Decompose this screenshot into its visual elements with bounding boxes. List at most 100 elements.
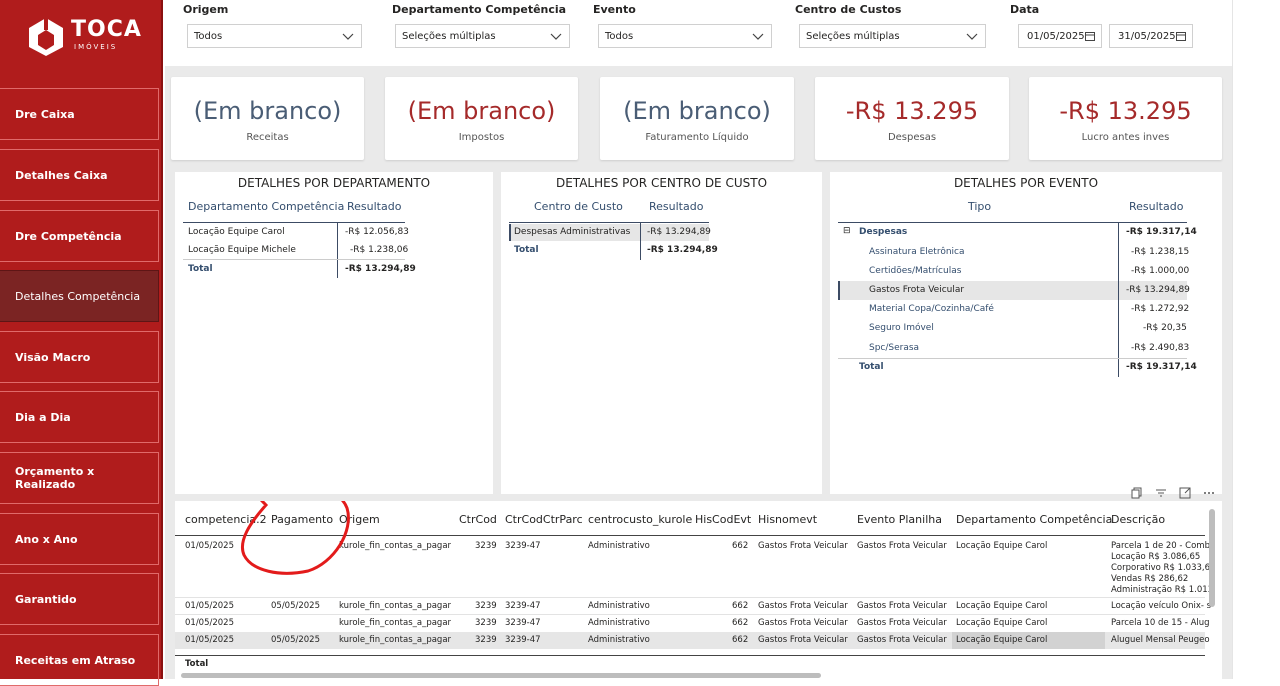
col-header[interactable]: Tipo: [968, 200, 991, 213]
col-header[interactable]: Descrição: [1111, 513, 1165, 526]
kpi-label: Impostos: [458, 132, 505, 143]
nav-dre-competencia[interactable]: Dre Competência: [0, 210, 159, 262]
calendar-icon[interactable]: [1176, 31, 1186, 41]
col-header[interactable]: Resultado: [649, 200, 703, 213]
selection-marker: [509, 224, 511, 241]
cell-descricao: Parcela 1 de 20 - Comb: [1111, 541, 1210, 551]
cell-ctrparc: 3239-47: [505, 618, 541, 628]
cell-evento: Gastos Frota Veicular: [857, 618, 947, 628]
cell-hiscod: 662: [732, 601, 749, 611]
col-header[interactable]: HisCodEvt: [695, 513, 751, 526]
kpi-label: Faturamento Líquido: [645, 132, 749, 143]
row-name[interactable]: Assinatura Eletrônica: [869, 247, 965, 257]
focus-mode-icon[interactable]: [1179, 487, 1191, 499]
row-name[interactable]: Locação Equipe Carol: [188, 227, 285, 237]
origem-dropdown[interactable]: Todos: [187, 24, 362, 48]
nav-dre-caixa[interactable]: Dre Caixa: [0, 88, 159, 140]
kpi-card-receitas[interactable]: (Em branco) Receitas: [171, 77, 364, 160]
table-row[interactable]: 01/05/2025 kurole_fin_contas_a_pagar 323…: [175, 615, 1210, 632]
cell-pagamento: 05/05/2025: [271, 635, 320, 645]
col-header[interactable]: centrocusto_kurole: [588, 513, 692, 526]
total-value: -R$ 19.317,14: [1126, 362, 1197, 372]
cell-centro: Administrativo: [588, 601, 650, 611]
row-name[interactable]: Spc/Serasa: [869, 343, 919, 353]
col-header[interactable]: Departamento Competência: [956, 513, 1112, 526]
nav-visao-macro[interactable]: Visão Macro: [0, 331, 159, 383]
cell-hisnome: Gastos Frota Veicular: [758, 541, 848, 551]
origem-value: Todos: [194, 30, 223, 42]
date-end-input[interactable]: 31/05/2025: [1109, 24, 1193, 48]
row-name[interactable]: Locação Equipe Michele: [188, 245, 296, 255]
row-name[interactable]: Certidões/Matrículas: [869, 266, 961, 276]
panel-title: DETALHES POR EVENTO: [953, 176, 1099, 190]
cell-centro: Administrativo: [588, 635, 650, 645]
nav-label: Orçamento x Realizado: [15, 465, 95, 491]
kpi-value: -R$ 13.295: [845, 97, 979, 125]
table-row[interactable]: 01/05/2025 05/05/2025 kurole_fin_contas_…: [175, 598, 1211, 615]
col-header[interactable]: Departamento Competência: [188, 200, 344, 213]
divider: [640, 223, 641, 260]
cell-competencia: 01/05/2025: [185, 541, 234, 551]
filter-icon[interactable]: [1155, 487, 1167, 499]
vertical-scrollbar[interactable]: [1209, 509, 1215, 607]
panel-title: DETALHES POR DEPARTAMENTO: [237, 176, 431, 190]
cell-ctrcod: 3239: [475, 618, 497, 628]
kpi-card-despesas[interactable]: -R$ 13.295 Despesas: [815, 77, 1009, 160]
nav-dia-a-dia[interactable]: Dia a Dia: [0, 391, 159, 443]
more-options-icon[interactable]: [1203, 487, 1215, 499]
table-row[interactable]: 01/05/2025 05/05/2025 kurole_fin_contas_…: [175, 632, 1210, 649]
col-header[interactable]: Resultado: [1129, 200, 1183, 213]
row-name[interactable]: Material Copa/Cozinha/Café: [869, 304, 994, 314]
row-name[interactable]: Gastos Frota Veicular: [869, 285, 964, 295]
annotation-circle-icon: [241, 501, 350, 575]
row-name[interactable]: Despesas Administrativas: [514, 227, 630, 237]
nav-detalhes-caixa[interactable]: Detalhes Caixa: [0, 149, 159, 201]
col-header[interactable]: Hisnomevt: [758, 513, 817, 526]
kpi-card-lucro[interactable]: -R$ 13.295 Lucro antes inves: [1029, 77, 1222, 160]
col-header[interactable]: Evento Planilha: [857, 513, 942, 526]
departamento-label: Departamento Competência: [392, 3, 567, 16]
row-name[interactable]: Seguro Imóvel: [869, 323, 934, 333]
kpi-card-faturamento[interactable]: (Em branco) Faturamento Líquido: [600, 77, 794, 160]
cell-hisnome: Gastos Frota Veicular: [758, 635, 848, 645]
panel-title: DETALHES POR CENTRO DE CUSTO: [555, 176, 768, 190]
logo-name: TOCA: [71, 17, 142, 42]
cell-ctrparc: 3239-47: [505, 541, 541, 551]
departamento-dropdown[interactable]: Seleções múltiplas: [395, 24, 570, 48]
horizontal-scrollbar[interactable]: [181, 673, 821, 678]
divider: [337, 223, 338, 278]
cell-depto: Locação Equipe Carol: [956, 601, 1048, 611]
divider: [183, 222, 405, 223]
group-name[interactable]: Despesas: [859, 227, 907, 237]
col-header[interactable]: Resultado: [347, 200, 401, 213]
kpi-value: (Em branco): [407, 97, 556, 125]
nav-receitas-atraso[interactable]: Receitas em Atraso: [0, 634, 159, 686]
cell-ctrparc: 3239-47: [505, 601, 541, 611]
kpi-value: (Em branco): [193, 97, 342, 125]
kpi-card-impostos[interactable]: (Em branco) Impostos: [385, 77, 578, 160]
nav-label: Receitas em Atraso: [15, 653, 136, 667]
copy-icon[interactable]: [1131, 487, 1143, 499]
cell-hisnome: Gastos Frota Veicular: [758, 618, 848, 628]
centro-dropdown[interactable]: Seleções múltiplas: [799, 24, 986, 48]
nav-orcamento-realizado[interactable]: Orçamento x Realizado: [0, 452, 159, 504]
nav-garantido[interactable]: Garantido: [0, 573, 159, 625]
date-start-value: 01/05/2025: [1027, 30, 1085, 42]
calendar-icon[interactable]: [1085, 31, 1095, 41]
total-label: Total: [514, 245, 539, 255]
nav-ano-x-ano[interactable]: Ano x Ano: [0, 513, 159, 565]
cell-descricao: Administração R$ 1.013: [1111, 585, 1214, 595]
cell-depto: Locação Equipe Carol: [952, 632, 1105, 649]
collapse-icon[interactable]: ⊟: [843, 226, 851, 236]
evento-dropdown[interactable]: Todos: [598, 24, 772, 48]
col-header[interactable]: CtrCodCtrParc: [505, 513, 583, 526]
col-header[interactable]: CtrCod: [459, 513, 497, 526]
cell-origem: kurole_fin_contas_a_pagar: [339, 635, 452, 645]
divider: [838, 358, 1187, 359]
kpi-label: Receitas: [246, 132, 289, 143]
col-header[interactable]: Centro de Custo: [534, 200, 623, 213]
logo-subtitle: IMÓVEIS: [74, 43, 118, 51]
nav-detalhes-competencia[interactable]: Detalhes Competência: [0, 270, 159, 322]
total-label: Total: [859, 362, 884, 372]
date-start-input[interactable]: 01/05/2025: [1018, 24, 1102, 48]
